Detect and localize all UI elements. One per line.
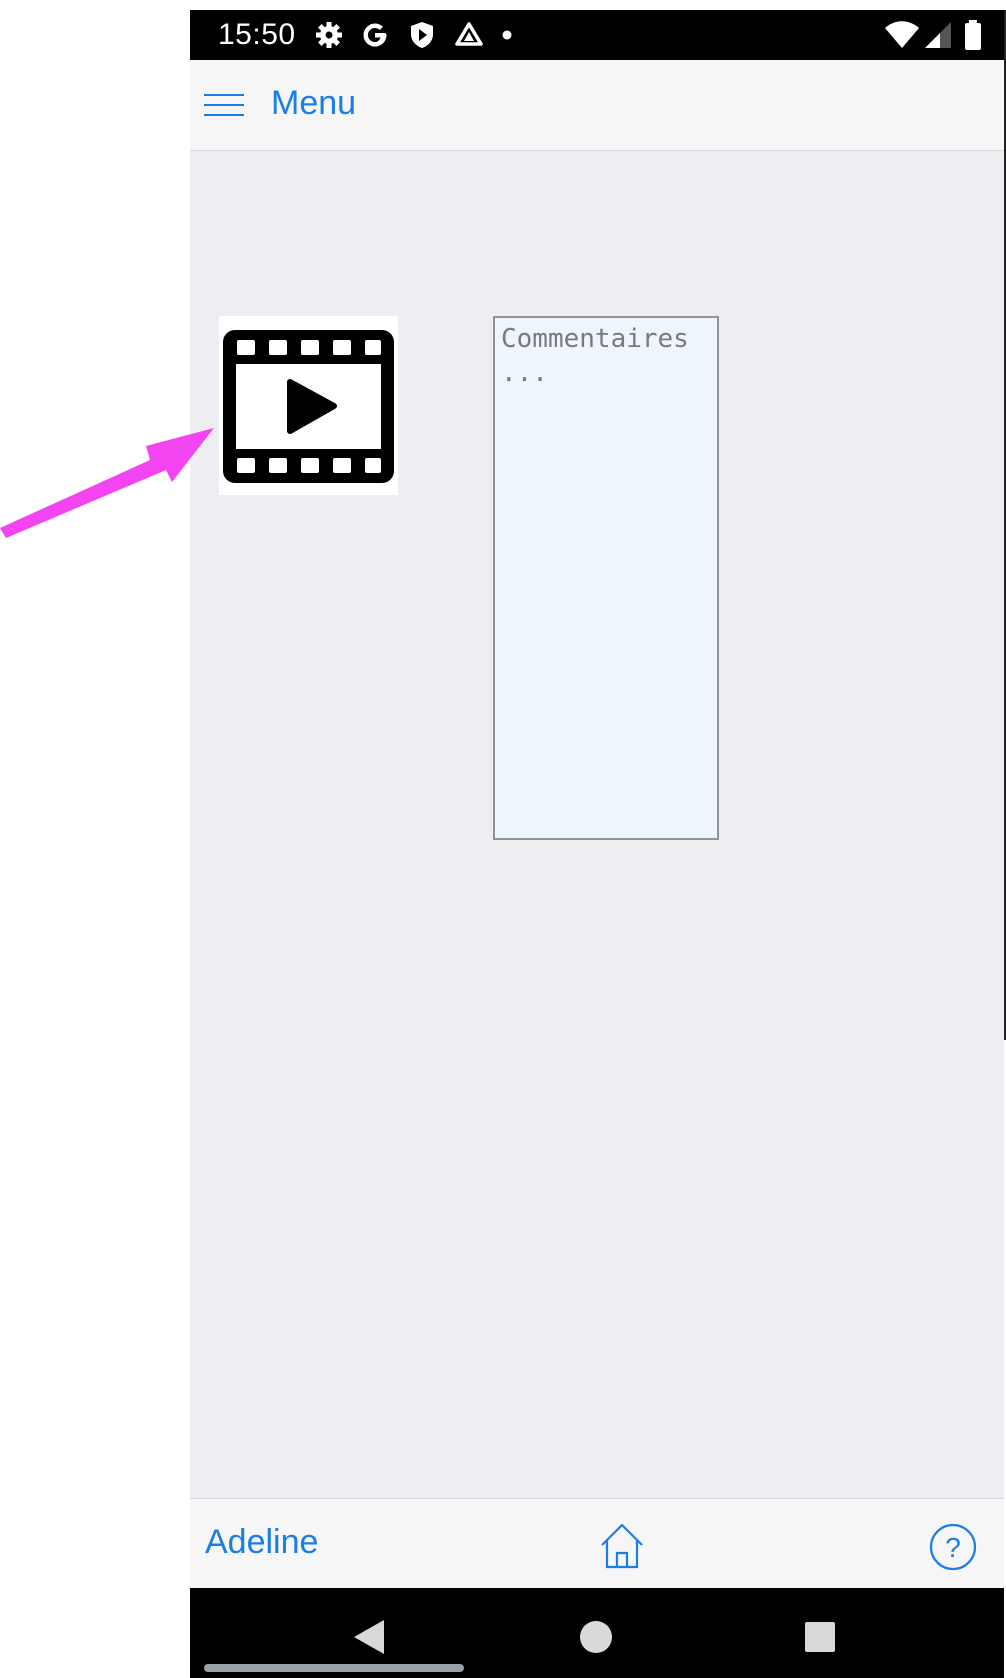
- battery-icon: [965, 20, 981, 50]
- top-app-bar: Menu: [190, 60, 1004, 151]
- status-time: 15:50: [218, 18, 296, 51]
- home-icon[interactable]: [598, 1521, 646, 1569]
- video-film-play-icon: [223, 330, 394, 483]
- annotation-arrow-icon: [0, 428, 214, 538]
- google-g-icon: [363, 23, 387, 47]
- svg-text:?: ?: [945, 1532, 961, 1563]
- gesture-handle[interactable]: [204, 1664, 464, 1672]
- phone-screen: 15:50 Menu Commentaires ... Adeline ?: [190, 10, 1004, 1678]
- user-name-link[interactable]: Adeline: [205, 1523, 318, 1562]
- wifi-icon: [885, 21, 919, 48]
- hamburger-menu-icon[interactable]: [204, 90, 244, 120]
- notification-dot-icon: [502, 30, 512, 40]
- recent-square-icon[interactable]: [804, 1621, 836, 1653]
- comment-textarea[interactable]: [493, 316, 719, 840]
- help-circle-icon[interactable]: ?: [929, 1523, 977, 1571]
- drive-triangle-icon: [455, 22, 483, 46]
- back-triangle-icon[interactable]: [352, 1618, 386, 1656]
- shield-play-icon: [411, 22, 433, 48]
- settings-gear-icon: [316, 22, 342, 48]
- home-circle-icon[interactable]: [579, 1620, 613, 1654]
- cell-signal-icon: [925, 22, 951, 48]
- menu-label[interactable]: Menu: [271, 84, 356, 123]
- status-icons-right: [884, 20, 994, 50]
- video-button[interactable]: [219, 316, 398, 495]
- bottom-app-bar: Adeline ?: [190, 1498, 1004, 1589]
- status-bar: 15:50: [190, 10, 1004, 60]
